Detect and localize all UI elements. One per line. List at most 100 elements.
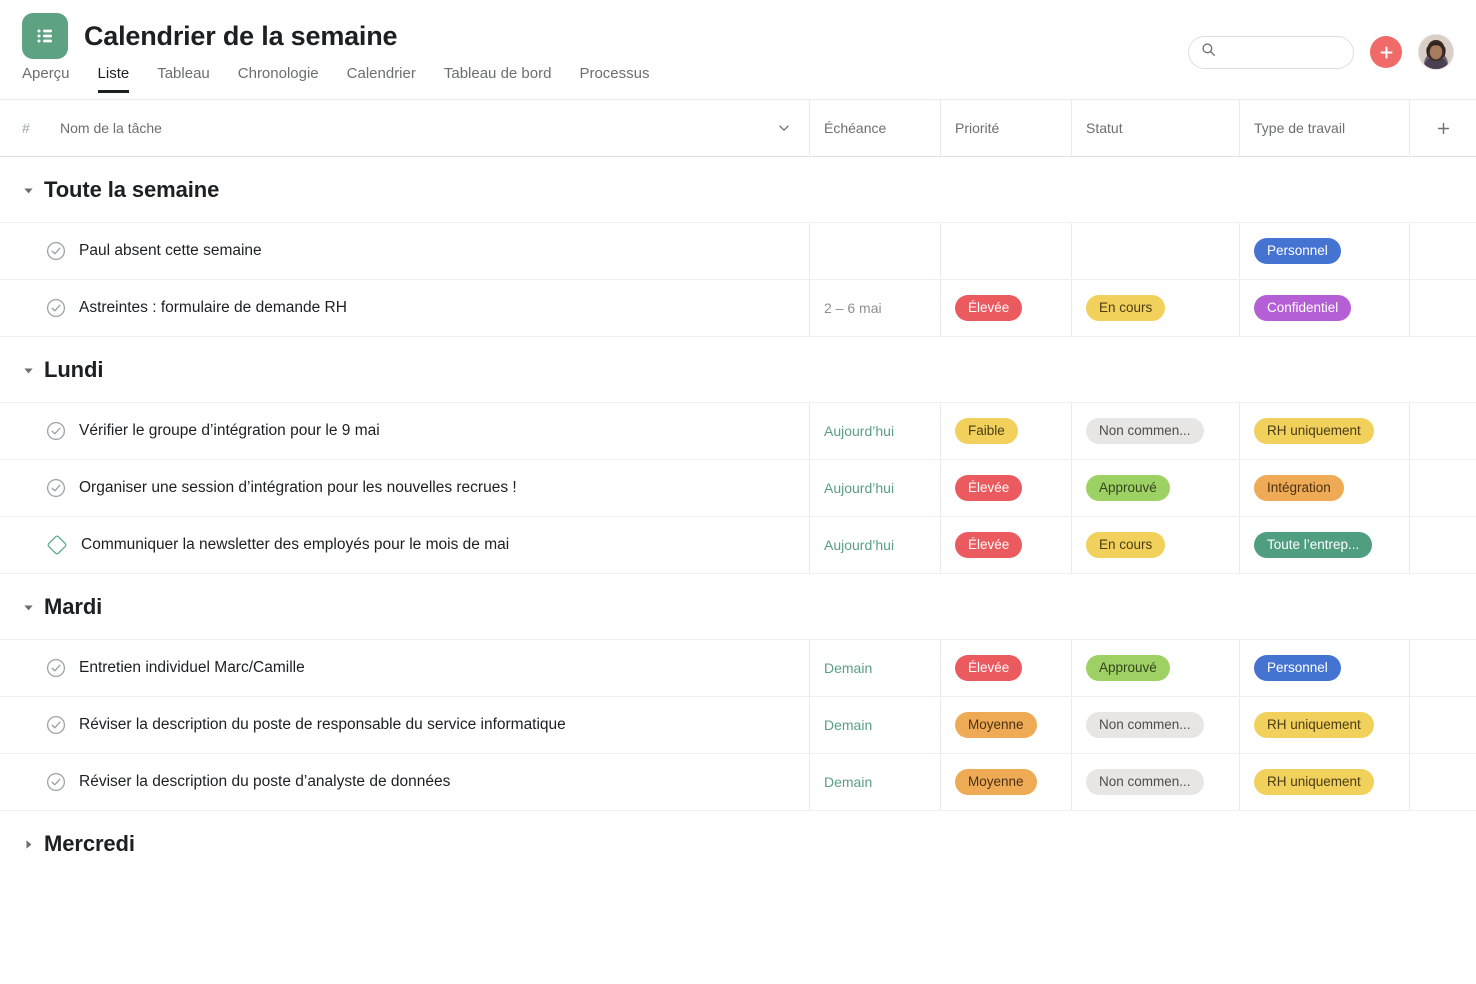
status-cell[interactable] <box>1072 223 1240 279</box>
caret-right-icon[interactable] <box>22 839 34 850</box>
priority-cell[interactable] <box>941 223 1072 279</box>
table-row[interactable]: Entretien individuel Marc/Camille Demain É… <box>0 639 1476 697</box>
work-type-cell[interactable]: RH uniquement <box>1240 754 1410 810</box>
status-cell[interactable]: Approuvé <box>1072 460 1240 516</box>
work-type-cell[interactable]: Toute l’entrep... <box>1240 517 1410 573</box>
table-row[interactable]: Paul absent cette semaine Personnel <box>0 222 1476 280</box>
work-type-badge[interactable]: RH uniquement <box>1254 712 1374 738</box>
status-badge[interactable]: En cours <box>1086 295 1166 321</box>
section-header-mardi[interactable]: Mardi <box>0 574 1476 640</box>
priority-badge[interactable]: Élevée <box>955 532 1023 558</box>
priority-cell[interactable]: Élevée <box>941 517 1072 573</box>
status-badge[interactable]: Approuvé <box>1086 655 1170 681</box>
section-header-mercredi[interactable]: Mercredi <box>0 811 1476 877</box>
status-cell[interactable]: Non commen... <box>1072 403 1240 459</box>
work-type-badge[interactable]: Confidentiel <box>1254 295 1352 321</box>
status-badge[interactable]: Non commen... <box>1086 712 1204 738</box>
tab-calendrier[interactable]: Calendrier <box>347 66 416 93</box>
priority-cell[interactable]: Moyenne <box>941 754 1072 810</box>
column-header-name[interactable]: # Nom de la tâche <box>0 99 810 157</box>
tab-tableau[interactable]: Tableau <box>157 66 210 93</box>
table-row[interactable]: Réviser la description du poste d’analys… <box>0 753 1476 811</box>
work-type-cell[interactable]: RH uniquement <box>1240 403 1410 459</box>
task-name-cell[interactable]: Réviser la description du poste de respo… <box>0 697 810 753</box>
status-badge[interactable]: En cours <box>1086 532 1166 558</box>
task-name-cell[interactable]: Réviser la description du poste d’analys… <box>0 754 810 810</box>
chevron-down-icon[interactable] <box>777 121 791 135</box>
diamond-milestone-icon[interactable] <box>46 534 68 556</box>
task-name-cell[interactable]: Astreintes : formulaire de demande RH <box>0 280 810 336</box>
due-date-cell[interactable]: Aujourd’hui <box>810 517 941 573</box>
work-type-badge[interactable]: Toute l’entrep... <box>1254 532 1373 558</box>
due-date-cell[interactable]: Demain <box>810 640 941 696</box>
work-type-badge[interactable]: RH uniquement <box>1254 418 1374 444</box>
column-header-status[interactable]: Statut <box>1072 99 1240 157</box>
task-name-cell[interactable]: Communiquer la newsletter des employés p… <box>0 517 810 573</box>
task-name-cell[interactable]: Organiser une session d’intégration pour… <box>0 460 810 516</box>
tab-chronologie[interactable]: Chronologie <box>238 66 319 93</box>
section-header-lundi[interactable]: Lundi <box>0 337 1476 403</box>
status-cell[interactable]: Non commen... <box>1072 697 1240 753</box>
work-type-cell[interactable]: Intégration <box>1240 460 1410 516</box>
column-header-work-type[interactable]: Type de travail <box>1240 99 1410 157</box>
work-type-badge[interactable]: RH uniquement <box>1254 769 1374 795</box>
caret-down-icon[interactable] <box>22 602 34 613</box>
check-circle-icon[interactable] <box>46 478 66 498</box>
work-type-badge[interactable]: Personnel <box>1254 655 1341 681</box>
status-cell[interactable]: En cours <box>1072 517 1240 573</box>
column-header-priority[interactable]: Priorité <box>941 99 1072 157</box>
priority-badge[interactable]: Élevée <box>955 295 1023 321</box>
priority-badge[interactable]: Faible <box>955 418 1018 444</box>
status-cell[interactable]: Approuvé <box>1072 640 1240 696</box>
due-date-cell[interactable]: Aujourd’hui <box>810 403 941 459</box>
section-header-toute-la-semaine[interactable]: Toute la semaine <box>0 157 1476 223</box>
status-cell[interactable]: En cours <box>1072 280 1240 336</box>
search-input[interactable] <box>1223 44 1341 60</box>
avatar[interactable] <box>1418 34 1454 70</box>
priority-cell[interactable]: Faible <box>941 403 1072 459</box>
status-badge[interactable]: Non commen... <box>1086 769 1204 795</box>
tab-liste[interactable]: Liste <box>97 66 130 93</box>
status-badge[interactable]: Approuvé <box>1086 475 1170 501</box>
work-type-badge[interactable]: Intégration <box>1254 475 1344 501</box>
caret-down-icon[interactable] <box>22 365 34 376</box>
priority-cell[interactable]: Élevée <box>941 640 1072 696</box>
priority-badge[interactable]: Moyenne <box>955 769 1037 795</box>
work-type-cell[interactable]: Personnel <box>1240 223 1410 279</box>
work-type-cell[interactable]: RH uniquement <box>1240 697 1410 753</box>
table-row[interactable]: Réviser la description du poste de respo… <box>0 696 1476 754</box>
priority-cell[interactable]: Élevée <box>941 460 1072 516</box>
table-row[interactable]: Communiquer la newsletter des employés p… <box>0 516 1476 574</box>
check-circle-icon[interactable] <box>46 241 66 261</box>
priority-cell[interactable]: Élevée <box>941 280 1072 336</box>
priority-badge[interactable]: Moyenne <box>955 712 1037 738</box>
check-circle-icon[interactable] <box>46 421 66 441</box>
work-type-cell[interactable]: Confidentiel <box>1240 280 1410 336</box>
due-date-cell[interactable]: Demain <box>810 697 941 753</box>
work-type-cell[interactable]: Personnel <box>1240 640 1410 696</box>
task-name-cell[interactable]: Paul absent cette semaine <box>0 223 810 279</box>
search-box[interactable] <box>1188 35 1354 69</box>
priority-badge[interactable]: Élevée <box>955 655 1023 681</box>
tab-processus[interactable]: Processus <box>579 66 649 93</box>
table-row[interactable]: Vérifier le groupe d’intégration pour le… <box>0 402 1476 460</box>
task-name-cell[interactable]: Entretien individuel Marc/Camille <box>0 640 810 696</box>
check-circle-icon[interactable] <box>46 772 66 792</box>
column-header-due[interactable]: Échéance <box>810 99 941 157</box>
add-button[interactable] <box>1370 36 1402 68</box>
due-date-cell[interactable]: Aujourd’hui <box>810 460 941 516</box>
table-row[interactable]: Organiser une session d’intégration pour… <box>0 459 1476 517</box>
check-circle-icon[interactable] <box>46 658 66 678</box>
due-date-cell[interactable] <box>810 223 941 279</box>
add-column-button[interactable] <box>1410 100 1476 157</box>
caret-down-icon[interactable] <box>22 185 34 196</box>
check-circle-icon[interactable] <box>46 298 66 318</box>
status-cell[interactable]: Non commen... <box>1072 754 1240 810</box>
status-badge[interactable]: Non commen... <box>1086 418 1204 444</box>
work-type-badge[interactable]: Personnel <box>1254 238 1341 264</box>
priority-badge[interactable]: Élevée <box>955 475 1023 501</box>
check-circle-icon[interactable] <box>46 715 66 735</box>
task-name-cell[interactable]: Vérifier le groupe d’intégration pour le… <box>0 403 810 459</box>
tab-tableau-de-bord[interactable]: Tableau de bord <box>444 66 552 93</box>
due-date-cell[interactable]: 2 – 6 mai <box>810 280 941 336</box>
